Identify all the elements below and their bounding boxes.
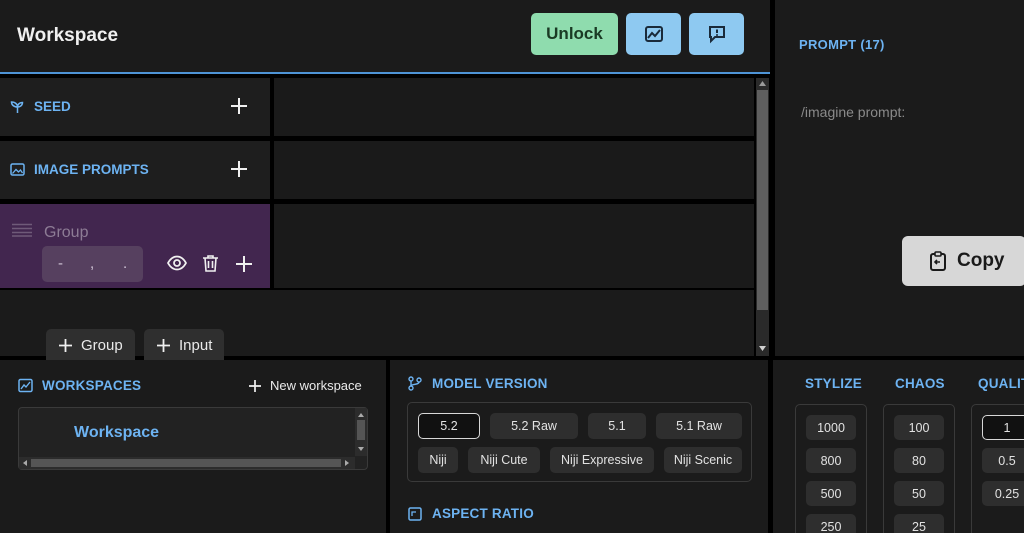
model-option[interactable]: Niji Expressive xyxy=(550,447,654,473)
feedback-button[interactable] xyxy=(689,13,744,55)
plus-icon xyxy=(229,159,249,179)
image-chart-icon xyxy=(644,24,664,44)
workspaces-list: Workspace xyxy=(18,407,368,470)
aspect-ratio-icon xyxy=(408,506,422,521)
model-option[interactable]: Niji Cute xyxy=(468,447,540,473)
plus-icon xyxy=(234,254,254,274)
quality-option[interactable]: 1 xyxy=(982,415,1024,440)
model-option[interactable]: 5.1 xyxy=(588,413,646,439)
add-to-group-button[interactable] xyxy=(234,254,254,274)
unlock-button[interactable]: Unlock xyxy=(531,13,618,55)
workspaces-header: WORKSPACES xyxy=(18,378,141,393)
aspect-ratio-header: ASPECT RATIO xyxy=(408,506,534,521)
copy-button[interactable]: Copy xyxy=(902,236,1024,286)
stylize-options: 1000 800 500 250 xyxy=(795,404,867,533)
stylize-option[interactable]: 500 xyxy=(806,481,856,506)
model-version-header: MODEL VERSION xyxy=(408,376,548,391)
workspaces-panel: WORKSPACES New workspace Workspace xyxy=(0,360,386,533)
stylize-option[interactable]: 1000 xyxy=(806,415,856,440)
seed-title: SEED xyxy=(10,99,71,114)
chaos-options: 100 80 50 25 xyxy=(883,404,955,533)
quality-option[interactable]: 0.25 xyxy=(982,481,1024,506)
stylize-label: STYLIZE xyxy=(805,376,862,391)
trash-icon[interactable] xyxy=(202,254,219,272)
image-prompts-row: IMAGE PROMPTS xyxy=(0,141,270,199)
prompt-text[interactable]: /imagine prompt: xyxy=(801,104,905,120)
group-input-char: . xyxy=(123,255,128,272)
image-icon xyxy=(10,162,25,177)
model-version-options: 5.2 5.2 Raw 5.1 5.1 Raw Niji Niji Cute N… xyxy=(407,402,752,482)
aspect-ratio-label: ASPECT RATIO xyxy=(432,506,534,521)
plus-icon xyxy=(248,379,262,393)
group-weight-input[interactable]: - , . xyxy=(42,246,143,282)
eye-icon[interactable] xyxy=(167,254,187,272)
chaos-option[interactable]: 50 xyxy=(894,481,944,506)
model-version-label: MODEL VERSION xyxy=(432,376,548,391)
add-group-button[interactable]: Group xyxy=(46,329,135,361)
prompt-panel: PROMPT (17) /imagine prompt: Copy xyxy=(775,0,1024,356)
seedling-icon xyxy=(10,99,25,114)
chaos-label: CHAOS xyxy=(895,376,945,391)
quality-option[interactable]: 0.5 xyxy=(982,448,1024,473)
add-input-button[interactable]: Input xyxy=(144,329,225,361)
prompt-label: PROMPT (17) xyxy=(799,37,885,52)
image-prompts-row-content xyxy=(274,141,754,199)
workspace-title: Workspace xyxy=(17,25,119,46)
workspace-list-item[interactable]: Workspace xyxy=(74,424,159,442)
parameters-panel: STYLIZE CHAOS QUALIT 1000 800 500 250 10… xyxy=(773,360,1024,533)
branch-icon xyxy=(408,376,422,391)
copy-label: Copy xyxy=(957,250,1005,271)
chaos-option[interactable]: 25 xyxy=(894,514,944,533)
scroll-up-icon[interactable] xyxy=(759,81,766,86)
image-chart-icon xyxy=(18,378,33,393)
group-input-char: - xyxy=(58,255,63,272)
list-vscrollbar[interactable] xyxy=(355,408,367,456)
quality-options: 1 0.5 0.25 xyxy=(971,404,1024,533)
seed-row: SEED xyxy=(0,78,270,136)
image-prompts-title: IMAGE PROMPTS xyxy=(10,162,149,177)
stylize-option[interactable]: 800 xyxy=(806,448,856,473)
model-option[interactable]: 5.2 xyxy=(418,413,480,439)
model-option[interactable]: 5.1 Raw xyxy=(656,413,742,439)
model-option[interactable]: Niji Scenic xyxy=(664,447,742,473)
group-name-input[interactable]: Group xyxy=(44,224,88,242)
plus-icon xyxy=(58,338,73,353)
drag-handle-icon[interactable] xyxy=(12,223,32,237)
stylize-option[interactable]: 250 xyxy=(806,514,856,533)
quality-label: QUALIT xyxy=(978,376,1024,391)
group-row: Group - , . xyxy=(0,204,270,288)
chaos-option[interactable]: 100 xyxy=(894,415,944,440)
image-chart-button[interactable] xyxy=(626,13,681,55)
add-image-prompt-button[interactable] xyxy=(229,159,249,179)
plus-icon xyxy=(229,96,249,116)
clipboard-icon xyxy=(929,251,947,271)
group-input-char: , xyxy=(90,255,95,272)
add-seed-button[interactable] xyxy=(229,96,249,116)
model-option[interactable]: Niji xyxy=(418,447,458,473)
model-option[interactable]: 5.2 Raw xyxy=(490,413,578,439)
header-bar: Workspace Unlock xyxy=(0,0,770,74)
group-row-content xyxy=(274,204,754,288)
scroll-down-icon[interactable] xyxy=(759,346,766,351)
feedback-icon xyxy=(707,24,727,44)
list-hscrollbar[interactable] xyxy=(19,457,355,469)
chaos-option[interactable]: 80 xyxy=(894,448,944,473)
model-version-panel: MODEL VERSION 5.2 5.2 Raw 5.1 5.1 Raw Ni… xyxy=(390,360,768,533)
workspaces-label: WORKSPACES xyxy=(42,378,142,393)
new-workspace-button[interactable]: New workspace xyxy=(248,378,362,393)
scroll-thumb[interactable] xyxy=(757,90,768,310)
rows-scrollbar[interactable] xyxy=(756,78,769,356)
seed-row-content xyxy=(274,78,754,136)
plus-icon xyxy=(156,338,171,353)
